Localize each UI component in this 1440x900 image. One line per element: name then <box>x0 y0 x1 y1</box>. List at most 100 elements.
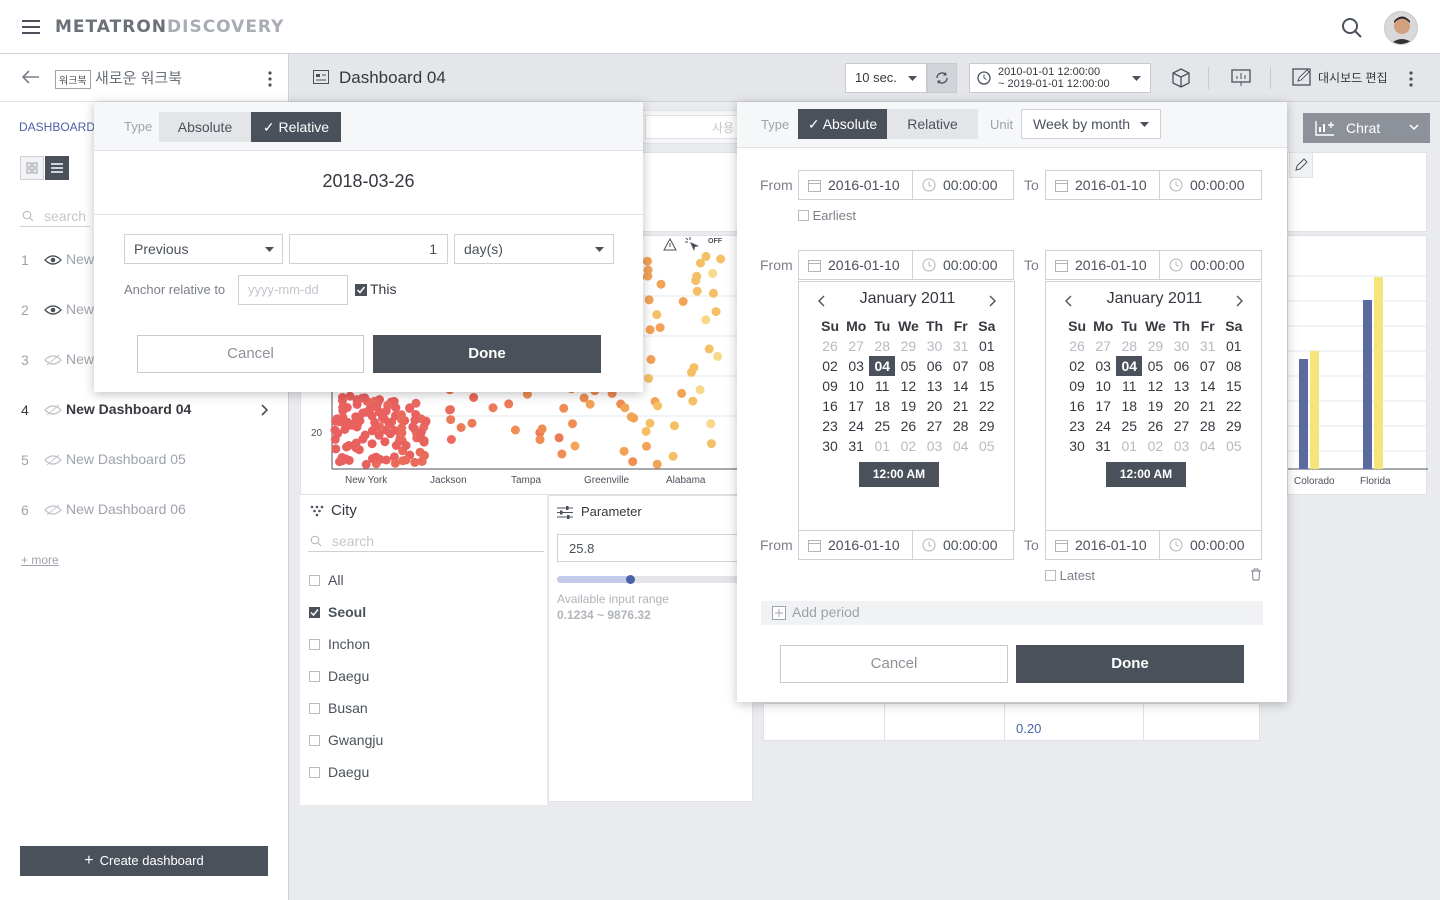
calendar-day[interactable]: 30 <box>1064 436 1090 456</box>
filter-search-input[interactable]: 사용 <box>645 115 741 139</box>
refresh-interval-select[interactable]: 10 sec. <box>845 63 927 93</box>
city-option[interactable]: Daegu <box>309 764 369 780</box>
from-date-field-2[interactable]: 2016-01-10 00:00:00 <box>798 250 1014 280</box>
calendar-day[interactable]: 15 <box>974 376 1000 396</box>
parameter-slider-track[interactable] <box>557 575 753 584</box>
calendar-day[interactable]: 27 <box>1090 336 1116 356</box>
avatar[interactable] <box>1384 11 1418 45</box>
this-checkbox[interactable] <box>355 283 367 298</box>
cancel-button[interactable]: Cancel <box>137 335 364 373</box>
list-view-icon[interactable] <box>45 156 69 180</box>
city-option[interactable]: Daegu <box>309 668 369 684</box>
calendar-day[interactable]: 25 <box>869 416 895 436</box>
calendar-day[interactable]: 19 <box>1142 396 1168 416</box>
calendar-day[interactable]: 17 <box>843 396 869 416</box>
chevron-right-icon[interactable] <box>1236 295 1244 307</box>
eye-off-icon[interactable] <box>44 454 62 466</box>
calendar-day[interactable]: 17 <box>1090 396 1116 416</box>
calendar-day[interactable]: 23 <box>817 416 843 436</box>
calendar-day[interactable]: 15 <box>1221 376 1247 396</box>
sidebar-item-dashboard-04[interactable]: 4 New Dashboard 04 <box>0 386 288 436</box>
calendar-day[interactable]: 26 <box>1142 416 1168 436</box>
calendar-day[interactable]: 16 <box>817 396 843 416</box>
eye-icon[interactable] <box>44 304 62 316</box>
calendar-day[interactable]: 09 <box>817 376 843 396</box>
parameter-input[interactable]: 25.8 <box>557 534 753 562</box>
parameter-slider-handle[interactable] <box>625 575 635 584</box>
calendar-day[interactable]: 03 <box>1090 356 1116 376</box>
calendar-day[interactable]: 23 <box>1064 416 1090 436</box>
calendar-day[interactable]: 11 <box>1116 376 1142 396</box>
eye-off-icon[interactable] <box>44 354 62 366</box>
direction-select[interactable]: Previous <box>124 234 283 264</box>
calendar-day[interactable]: 24 <box>843 416 869 436</box>
absolute-tab[interactable]: Absolute <box>159 112 251 142</box>
city-option[interactable]: Inchon <box>309 636 370 652</box>
done-button[interactable]: Done <box>1016 645 1244 683</box>
calendar-day[interactable]: 28 <box>948 416 974 436</box>
calendar-day[interactable]: 29 <box>1221 416 1247 436</box>
calendar-day[interactable]: 04 <box>1116 356 1143 376</box>
checkbox[interactable] <box>309 735 320 746</box>
calendar-day[interactable]: 10 <box>843 376 869 396</box>
checkbox[interactable] <box>309 703 320 714</box>
more-vertical-icon[interactable] <box>268 71 272 87</box>
more-vertical-icon[interactable] <box>1409 71 1413 87</box>
calendar-day[interactable]: 05 <box>974 436 1000 456</box>
relative-tab[interactable]: Relative <box>887 109 978 139</box>
calendar-day[interactable]: 01 <box>1221 336 1247 356</box>
calendar-day[interactable]: 07 <box>1195 356 1221 376</box>
calendar-day[interactable]: 25 <box>1116 416 1142 436</box>
eye-off-icon[interactable] <box>44 504 62 516</box>
calendar-time[interactable]: 12:00 AM <box>1106 462 1186 487</box>
count-input[interactable]: 1 <box>289 234 448 264</box>
calendar-day[interactable]: 02 <box>895 436 921 456</box>
create-dashboard-button[interactable]: + Create dashboard <box>20 846 268 876</box>
calendar-day[interactable]: 02 <box>1064 356 1090 376</box>
unit-select[interactable]: Week by month <box>1021 109 1161 139</box>
checkbox[interactable] <box>309 671 320 682</box>
calendar-day[interactable]: 11 <box>869 376 895 396</box>
sidebar-search-input[interactable]: search <box>44 208 86 224</box>
calendar-day[interactable]: 28 <box>1195 416 1221 436</box>
calendar-day[interactable]: 13 <box>1169 376 1195 396</box>
calendar-day[interactable]: 26 <box>1064 336 1090 356</box>
calendar-day[interactable]: 06 <box>922 356 948 376</box>
calendar-day[interactable]: 13 <box>922 376 948 396</box>
eye-off-icon[interactable] <box>44 404 62 416</box>
latest-checkbox[interactable]: Latest <box>1045 568 1095 583</box>
calendar-day[interactable]: 20 <box>1169 396 1195 416</box>
calendar-day[interactable]: 21 <box>1195 396 1221 416</box>
calendar-day[interactable]: 30 <box>1169 336 1195 356</box>
calendar-day[interactable]: 01 <box>974 336 1000 356</box>
calendar-day[interactable]: 12 <box>1142 376 1168 396</box>
calendar-day[interactable]: 06 <box>1169 356 1195 376</box>
calendar-day[interactable]: 04 <box>1195 436 1221 456</box>
calendar-day[interactable]: 29 <box>1142 336 1168 356</box>
refresh-button[interactable] <box>927 63 957 93</box>
calendar-day[interactable]: 30 <box>817 436 843 456</box>
calendar-day[interactable]: 21 <box>948 396 974 416</box>
eye-icon[interactable] <box>44 254 62 266</box>
to-date-field-1[interactable]: 2016-01-10 00:00:00 <box>1045 170 1262 200</box>
relative-tab[interactable]: ✓ Relative <box>251 112 341 142</box>
unit-select[interactable]: day(s) <box>454 234 614 264</box>
calendar-day[interactable]: 28 <box>869 336 895 356</box>
calendar-day[interactable]: 31 <box>1090 436 1116 456</box>
calendar-day[interactable]: 30 <box>922 336 948 356</box>
calendar-day[interactable]: 28 <box>1116 336 1142 356</box>
calendar-day[interactable]: 24 <box>1090 416 1116 436</box>
to-date-field-3[interactable]: 2016-01-10 00:00:00 <box>1045 530 1262 560</box>
tab-dashboard[interactable]: DASHBOARD <box>19 120 95 134</box>
city-option[interactable]: Seoul <box>309 604 366 620</box>
grid-view-icon[interactable] <box>20 156 44 180</box>
calendar-day[interactable]: 29 <box>895 336 921 356</box>
to-date-field-2[interactable]: 2016-01-10 00:00:00 <box>1045 250 1262 280</box>
city-option[interactable]: Busan <box>309 700 368 716</box>
checkbox[interactable] <box>309 639 320 650</box>
presentation-icon[interactable] <box>1231 68 1251 88</box>
cancel-button[interactable]: Cancel <box>780 645 1008 683</box>
calendar-day[interactable]: 07 <box>948 356 974 376</box>
city-option[interactable]: All <box>309 572 344 588</box>
calendar-day[interactable]: 04 <box>869 356 896 376</box>
